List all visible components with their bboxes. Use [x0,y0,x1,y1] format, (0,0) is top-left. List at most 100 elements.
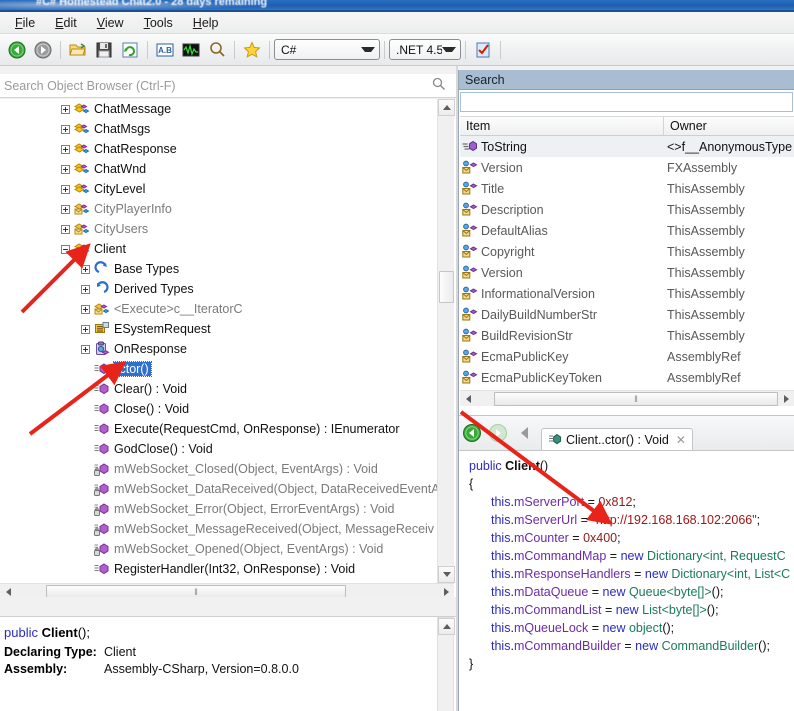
open-folder-icon[interactable] [65,37,91,63]
menu-item-tools[interactable]: Tools [135,14,182,32]
table-row[interactable]: BuildRevisionStrThisAssembly [460,325,794,346]
tree-expander[interactable] [76,265,94,274]
favorites-icon[interactable] [239,37,265,63]
menu-item-file[interactable]: File [6,14,44,32]
tree-expander[interactable] [56,185,74,194]
tree-node-label[interactable]: Close() : Void [114,402,189,416]
tree-node[interactable]: Client [0,239,437,259]
table-row[interactable]: ToString<>f__AnonymousType [460,136,794,157]
tree-node[interactable]: ChatWnd [0,159,437,179]
tree-expander[interactable] [56,245,74,254]
code-tab-client-ctor[interactable]: Client..ctor() : Void ✕ [541,428,693,451]
tree-node[interactable]: ESystemRequest [0,319,437,339]
tree-expander[interactable] [76,345,94,354]
tree-node[interactable]: CityUsers [0,219,437,239]
scroll-right-button[interactable] [778,391,794,407]
table-row[interactable]: EcmaPublicKeyAssemblyRef [460,346,794,367]
tree-horizontal-scrollbar[interactable]: ‖ [0,583,454,597]
tree-node[interactable]: Derived Types [0,279,437,299]
description-vertical-scrollbar[interactable] [437,617,454,711]
tree-node-label[interactable]: mWebSocket_Closed(Object, EventArgs) : V… [114,462,378,476]
code-forward-icon[interactable] [485,420,511,446]
tree-node-label[interactable]: OnResponse [114,342,187,356]
table-row[interactable]: TitleThisAssembly [460,178,794,199]
refresh-icon[interactable] [117,37,143,63]
tree-node-label[interactable]: RegisterHandler(Int32, OnResponse) : Voi… [114,562,355,576]
scroll-up-button[interactable] [438,618,455,635]
expand-icon[interactable] [61,225,70,234]
tree-node[interactable]: RegisterHandler(Int32, OnResponse) : Voi… [0,559,437,579]
tree-node-label[interactable]: ChatResponse [94,142,177,156]
search-pane-input[interactable] [460,92,793,112]
tree-expander[interactable] [56,105,74,114]
tree-node[interactable]: CityLevel [0,179,437,199]
scroll-right-button[interactable] [438,584,454,598]
tree-node[interactable]: mWebSocket_Error(Object, ErrorEventArgs)… [0,499,437,519]
tree-node-label[interactable]: Execute(RequestCmd, OnResponse) : IEnume… [114,422,400,436]
tree-node[interactable]: Clear() : Void [0,379,437,399]
close-icon[interactable]: ✕ [676,433,686,447]
save-icon[interactable] [91,37,117,63]
table-row[interactable]: EcmaPublicKeyTokenAssemblyRef [460,367,794,388]
tree-node-label[interactable]: ChatMsgs [94,122,150,136]
properties-icon[interactable] [470,37,496,63]
expand-icon[interactable] [81,345,90,354]
scroll-thumb[interactable] [439,271,454,303]
tree-node-label[interactable]: Derived Types [114,282,194,296]
table-row[interactable]: InformationalVersionThisAssembly [460,283,794,304]
tree-node-label[interactable]: GodClose() : Void [114,442,213,456]
tree-node[interactable]: mWebSocket_DataReceived(Object, DataRece… [0,479,437,499]
menu-item-edit[interactable]: Edit [46,14,86,32]
menu-item-help[interactable]: Help [184,14,228,32]
expand-icon[interactable] [81,305,90,314]
tree-node-label[interactable]: mWebSocket_DataReceived(Object, DataRece… [114,482,437,496]
table-row[interactable]: CopyrightThisAssembly [460,241,794,262]
menu-item-view[interactable]: View [88,14,133,32]
code-viewer[interactable]: public Client(){this.mServerPort = 0x812… [459,450,794,711]
tree-node-label[interactable]: .ctor() [114,362,151,376]
tree-node-label[interactable]: mWebSocket_Opened(Object, EventArgs) : V… [114,542,383,556]
code-tablist-left-icon[interactable] [511,420,537,446]
tree-node[interactable]: .ctor() [0,359,437,379]
table-row[interactable]: DescriptionThisAssembly [460,199,794,220]
tree-expander[interactable] [56,145,74,154]
tree-expander[interactable] [56,125,74,134]
tree-node-label[interactable]: CityLevel [94,182,145,196]
scroll-left-button[interactable] [0,584,16,598]
tree-node-label[interactable]: CityPlayerInfo [94,202,172,216]
tree-node-label[interactable]: ChatWnd [94,162,146,176]
scroll-left-button[interactable] [460,391,476,407]
results-horizontal-scrollbar[interactable]: ‖ [460,390,794,406]
search-icon[interactable] [204,37,230,63]
expand-icon[interactable] [61,105,70,114]
table-row[interactable]: VersionFXAssembly [460,157,794,178]
tree-node[interactable]: mWebSocket_Closed(Object, EventArgs) : V… [0,459,437,479]
tree-node[interactable]: Base Types [0,259,437,279]
tree-node-label[interactable]: CityUsers [94,222,148,236]
tree-node-label[interactable]: mWebSocket_MessageReceived(Object, Messa… [114,522,434,536]
search-input[interactable]: Search Object Browser (Ctrl-F) [0,79,176,93]
expand-icon[interactable] [61,145,70,154]
tree-node[interactable]: mWebSocket_Opened(Object, EventArgs) : V… [0,539,437,559]
tree-node[interactable]: ChatMsgs [0,119,437,139]
tree-expander[interactable] [56,225,74,234]
tree-node[interactable]: CityPlayerInfo [0,199,437,219]
object-view-icon[interactable] [178,37,204,63]
tree-node[interactable]: Execute(RequestCmd, OnResponse) : IEnume… [0,419,437,439]
expand-icon[interactable] [81,325,90,334]
column-header-item[interactable]: Item [460,117,664,135]
tree-vertical-scrollbar[interactable] [437,99,454,583]
tree-node[interactable]: mWebSocket_MessageReceived(Object, Messa… [0,519,437,539]
tree-expander[interactable] [76,325,94,334]
expand-icon[interactable] [81,265,90,274]
expand-icon[interactable] [61,185,70,194]
tree-expander[interactable] [56,165,74,174]
tree-node[interactable]: ChatResponse [0,139,437,159]
table-row[interactable]: DefaultAliasThisAssembly [460,220,794,241]
scroll-thumb[interactable]: ‖ [46,585,346,598]
expand-icon[interactable] [81,285,90,294]
scroll-down-button[interactable] [438,566,455,583]
table-row[interactable]: VersionThisAssembly [460,262,794,283]
expand-icon[interactable] [61,125,70,134]
results-list[interactable]: ToString<>f__AnonymousTypeVersionFXAssem… [460,136,794,390]
